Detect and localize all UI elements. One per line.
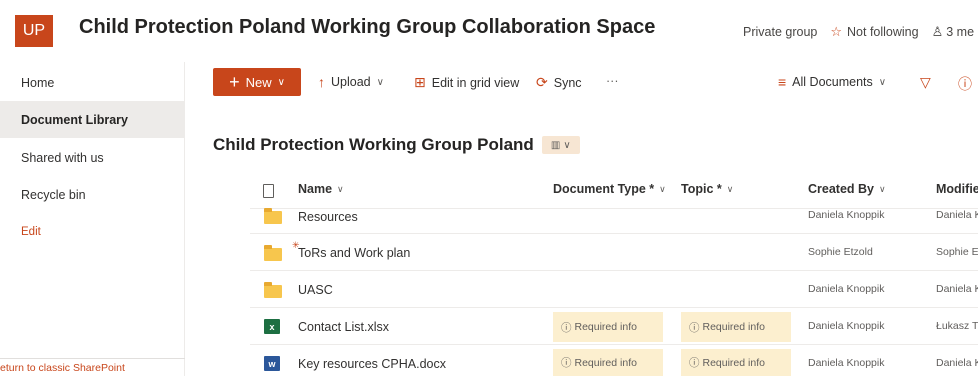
view-label: All Documents bbox=[792, 75, 873, 89]
header-actions: Private group ☆ Not following ♙ 3 me bbox=[743, 24, 974, 40]
column-header-name-label: Name bbox=[298, 182, 333, 196]
new-button[interactable]: + New ∨ bbox=[213, 68, 301, 96]
follow-button[interactable]: Not following bbox=[847, 25, 919, 39]
new-item-icon: ✳ bbox=[292, 240, 300, 250]
required-info-label: Required info bbox=[574, 356, 637, 369]
table-row[interactable]: UASC Daniela Knoppik Daniela K bbox=[250, 271, 978, 308]
required-info-topic[interactable]: ⓘ Required info bbox=[681, 312, 791, 342]
info-icon: ⓘ bbox=[561, 321, 572, 334]
library-title-text: Child Protection Working Group Poland bbox=[213, 135, 534, 154]
plus-icon: + bbox=[229, 72, 240, 92]
members-button[interactable]: 3 me bbox=[946, 25, 974, 39]
folder-icon bbox=[264, 208, 282, 224]
site-header: UP Child Protection Poland Working Group… bbox=[0, 0, 978, 62]
column-header-created-by-label: Created By bbox=[808, 182, 874, 196]
left-navigation: Home Document Library Shared with us Rec… bbox=[0, 62, 185, 376]
sync-button[interactable]: ⟳ Sync bbox=[536, 74, 582, 91]
column-header-topic[interactable]: Topic * ∨ bbox=[681, 182, 733, 196]
sync-label: Sync bbox=[553, 75, 582, 90]
upload-icon: ↑ bbox=[318, 74, 325, 90]
library-view-button[interactable]: ▥ ∨ bbox=[541, 136, 580, 154]
column-header-document-type-label: Document Type * bbox=[553, 182, 655, 196]
info-icon: ⓘ bbox=[958, 76, 972, 92]
row-modified-by: Sophie E bbox=[936, 246, 978, 258]
row-created-by: Daniela Knoppik bbox=[808, 209, 885, 221]
chevron-down-icon: ∨ bbox=[878, 76, 887, 88]
column-header-modified-by-label: Modifie bbox=[936, 182, 978, 196]
table-row[interactable]: ✳ ToRs and Work plan Sophie Etzold Sophi… bbox=[250, 234, 978, 271]
folder-icon bbox=[264, 282, 282, 298]
required-info-doc-type[interactable]: ⓘ Required info bbox=[553, 312, 663, 342]
info-icon: ⓘ bbox=[561, 357, 572, 369]
edit-grid-view-button[interactable]: ⊞ Edit in grid view bbox=[414, 74, 519, 91]
file-type-header-icon[interactable] bbox=[263, 184, 274, 198]
upload-button[interactable]: ↑ Upload ∨ bbox=[318, 74, 384, 90]
row-name[interactable]: UASC bbox=[298, 283, 333, 297]
chevron-down-icon: ∨ bbox=[376, 76, 384, 88]
command-bar: + New ∨ ↑ Upload ∨ ⊞ Edit in grid view ⟳… bbox=[186, 62, 978, 102]
folder-icon bbox=[264, 245, 282, 261]
required-info-label: Required info bbox=[574, 321, 637, 333]
column-header-created-by[interactable]: Created By ∨ bbox=[808, 182, 886, 196]
row-modified-by: Daniela K bbox=[936, 283, 978, 295]
view-selector[interactable]: ≡ All Documents ∨ bbox=[778, 74, 886, 90]
row-name[interactable]: Key resources CPHA.docx bbox=[298, 357, 446, 371]
row-created-by: Daniela Knoppik bbox=[808, 320, 885, 332]
library-icon: ▥ bbox=[550, 139, 561, 151]
info-icon: ⓘ bbox=[689, 321, 700, 334]
filter-button[interactable]: ▽ bbox=[920, 74, 937, 91]
chevron-down-icon: ∨ bbox=[726, 183, 734, 194]
chevron-down-icon: ∨ bbox=[337, 183, 344, 194]
row-created-by: Daniela Knoppik bbox=[808, 283, 885, 295]
nav-edit-link[interactable]: Edit bbox=[0, 213, 185, 250]
grid-label: Edit in grid view bbox=[431, 75, 520, 90]
column-header-name[interactable]: Name ∨ bbox=[298, 182, 344, 196]
column-header-modified-by[interactable]: Modifie bbox=[936, 182, 978, 196]
privacy-label: Private group bbox=[743, 25, 818, 39]
nav-item-shared-with-us[interactable]: Shared with us bbox=[0, 139, 185, 176]
row-name[interactable]: ✳ ToRs and Work plan bbox=[292, 240, 411, 260]
library-title: Child Protection Working Group Poland ▥ … bbox=[213, 135, 580, 155]
row-created-by: Daniela Knoppik bbox=[808, 357, 885, 369]
nav-item-recycle-bin[interactable]: Recycle bin bbox=[0, 176, 185, 213]
row-name[interactable]: Contact List.xlsx bbox=[298, 320, 389, 334]
table-row[interactable]: x Contact List.xlsx ⓘ Required info ⓘ Re… bbox=[250, 308, 978, 345]
chevron-down-icon: ∨ bbox=[277, 76, 285, 88]
required-info-doc-type[interactable]: ⓘ Required info bbox=[553, 349, 663, 376]
filter-icon: ▽ bbox=[920, 74, 931, 90]
grid-icon: ⊞ bbox=[414, 74, 426, 90]
sync-icon: ⟳ bbox=[536, 74, 548, 90]
upload-label: Upload bbox=[331, 75, 371, 89]
row-name-label: ToRs and Work plan bbox=[298, 246, 411, 260]
column-header-document-type[interactable]: Document Type * ∨ bbox=[553, 182, 666, 196]
nav-item-home[interactable]: Home bbox=[0, 64, 185, 101]
site-title[interactable]: Child Protection Poland Working Group Co… bbox=[79, 16, 655, 39]
excel-file-icon: x bbox=[264, 319, 280, 334]
info-button[interactable]: ⓘ bbox=[958, 74, 978, 94]
more-options-button[interactable]: ··· bbox=[606, 74, 619, 88]
nav-item-document-library[interactable]: Document Library bbox=[0, 101, 185, 138]
column-header-topic-label: Topic * bbox=[681, 182, 722, 196]
row-name[interactable]: Resources bbox=[298, 210, 358, 224]
row-modified-by: Łukasz T bbox=[936, 320, 978, 332]
list-icon: ≡ bbox=[778, 74, 787, 90]
star-icon[interactable]: ☆ bbox=[830, 24, 842, 40]
site-logo[interactable]: UP bbox=[15, 15, 53, 47]
chevron-down-icon: ∨ bbox=[659, 183, 666, 194]
table-row[interactable]: w Key resources CPHA.docx ⓘ Required inf… bbox=[250, 345, 978, 376]
row-created-by: Sophie Etzold bbox=[808, 246, 873, 258]
row-modified-by: Daniela K bbox=[936, 357, 978, 369]
chevron-down-icon: ∨ bbox=[563, 139, 571, 151]
required-info-label: Required info bbox=[702, 356, 765, 369]
table-row[interactable]: Resources Daniela Knoppik Daniela K bbox=[250, 200, 978, 234]
row-modified-by: Daniela K bbox=[936, 209, 978, 221]
new-label: New bbox=[245, 74, 272, 90]
chevron-down-icon: ∨ bbox=[879, 183, 886, 194]
info-icon: ⓘ bbox=[689, 357, 700, 369]
return-to-classic-link[interactable]: eturn to classic SharePoint bbox=[0, 358, 185, 376]
person-icon[interactable]: ♙ bbox=[932, 24, 944, 40]
required-info-label: Required info bbox=[702, 321, 765, 333]
required-info-topic[interactable]: ⓘ Required info bbox=[681, 349, 791, 376]
word-file-icon: w bbox=[264, 356, 280, 371]
